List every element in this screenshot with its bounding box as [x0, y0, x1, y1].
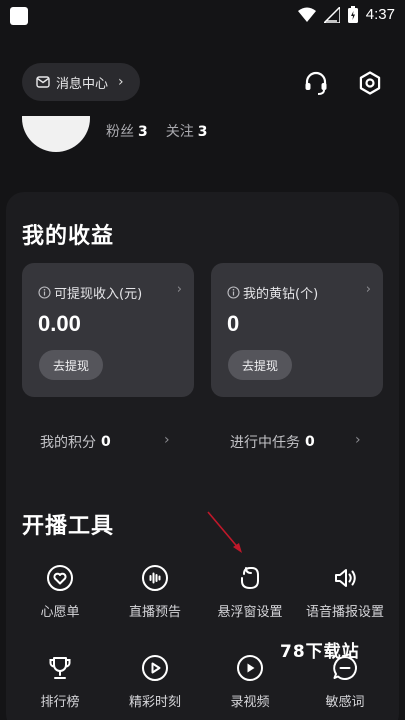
tool-live-preview[interactable]: 直播预告 [107, 562, 203, 620]
message-center-label: 消息中心 [56, 76, 109, 92]
wifi-icon [297, 7, 316, 22]
clock: 4:37 [365, 6, 395, 23]
notification-icon [10, 7, 28, 25]
withdraw-button[interactable]: 去提现 [39, 350, 103, 380]
tool-label: 直播预告 [128, 605, 181, 620]
signal-icon [323, 6, 340, 23]
yellow-diamond-card[interactable]: 我的黄钻(个) › 0 去提现 [211, 263, 383, 397]
watermark: 78下载站 [280, 642, 360, 662]
tool-label: 敏感词 [325, 695, 365, 710]
status-bar: 4:37 [0, 0, 405, 34]
card-value: 0 [227, 311, 240, 336]
tool-label: 悬浮窗设置 [217, 605, 283, 620]
heart-icon [44, 562, 76, 594]
profile-stats: 粉丝 3 关注 3 [106, 121, 208, 141]
tool-label: 心愿单 [40, 605, 80, 620]
earnings-title: 我的收益 [22, 224, 115, 249]
tool-label: 精彩时刻 [128, 695, 181, 710]
tool-highlights[interactable]: 精彩时刻 [107, 652, 203, 710]
card-label: 可提现收入(元) [54, 287, 143, 302]
info-icon [38, 286, 51, 299]
speaker-icon [329, 562, 361, 594]
card-label: 我的黄钻(个) [243, 287, 319, 302]
headset-icon[interactable] [301, 68, 331, 98]
tool-wishlist[interactable]: 心愿单 [12, 562, 108, 620]
tool-leaderboard[interactable]: 排行榜 [12, 652, 108, 710]
card-value: 0.00 [38, 311, 81, 336]
battery-icon [347, 6, 358, 23]
ongoing-tasks-link[interactable]: 进行中任务 0 [230, 432, 315, 452]
mail-icon [36, 76, 50, 88]
follow-stat[interactable]: 关注 3 [166, 121, 208, 141]
tool-label: 语音播报设置 [305, 605, 384, 620]
info-icon [227, 286, 240, 299]
tool-voice-broadcast-settings[interactable]: 语音播报设置 [297, 562, 393, 620]
chevron-right-icon: › [164, 432, 170, 448]
record-video-icon [234, 652, 266, 684]
broadcast-tools-title: 开播工具 [22, 514, 115, 539]
soundwave-icon [139, 562, 171, 594]
floating-window-icon [234, 562, 266, 594]
fans-stat[interactable]: 粉丝 3 [106, 121, 148, 141]
annotation-arrow [207, 511, 242, 553]
trophy-icon [44, 652, 76, 684]
play-circle-icon [139, 652, 171, 684]
chevron-right-icon: › [365, 282, 371, 297]
tool-label: 排行榜 [40, 695, 80, 710]
withdrawable-income-card[interactable]: 可提现收入(元) › 0.00 去提现 [22, 263, 194, 397]
tool-label: 录视频 [230, 695, 270, 710]
my-points-link[interactable]: 我的积分 0 [40, 432, 111, 452]
chevron-right-icon: › [355, 432, 361, 448]
settings-icon[interactable] [355, 68, 385, 98]
chevron-right-icon: › [118, 74, 124, 90]
avatar[interactable] [22, 116, 90, 152]
message-center-button[interactable]: 消息中心 › [22, 63, 140, 101]
withdraw-button[interactable]: 去提现 [228, 350, 292, 380]
chevron-right-icon: › [176, 282, 182, 297]
tool-floating-window-settings[interactable]: 悬浮窗设置 [202, 562, 298, 620]
